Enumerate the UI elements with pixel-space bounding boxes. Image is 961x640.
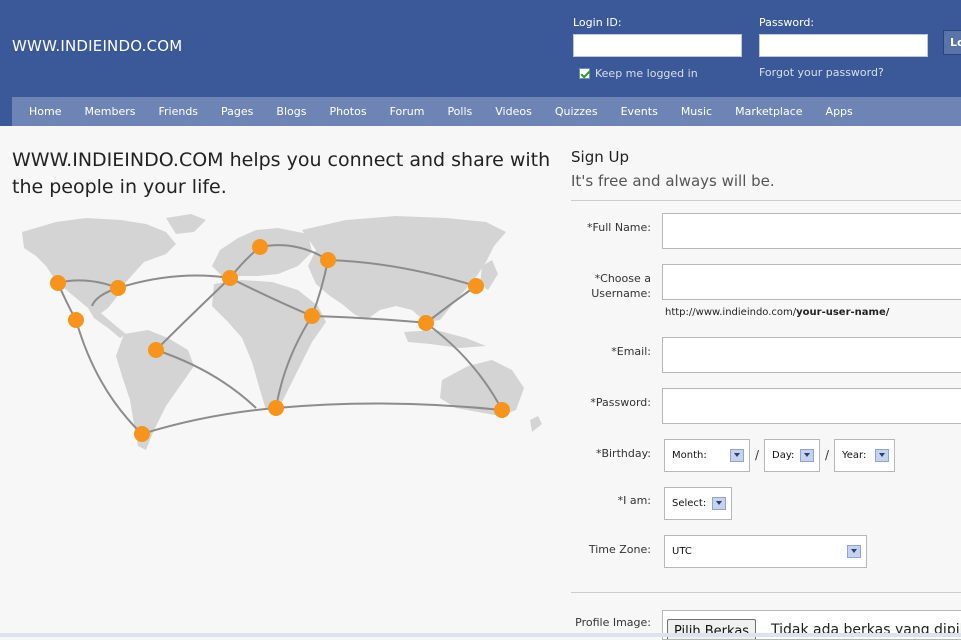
north-america-shape	[22, 218, 176, 314]
marker-dot	[68, 312, 84, 328]
marker-dot	[304, 308, 320, 324]
nav-item-music[interactable]: Music	[668, 105, 722, 118]
birthday-month-value: Month:	[672, 450, 707, 461]
date-separator: /	[825, 448, 830, 462]
route-line	[155, 277, 231, 351]
chevron-down-icon	[712, 497, 726, 510]
login-id-input[interactable]	[573, 34, 742, 57]
birthday-month-select[interactable]: Month:	[664, 439, 750, 472]
greenland-shape	[166, 214, 206, 234]
top-header: WWW.INDIEINDO.COM Login ID: Password: Ke…	[0, 0, 961, 97]
gender-select[interactable]: Select:	[664, 487, 732, 520]
timezone-value: UTC	[672, 546, 692, 557]
main-nav: Home Members Friends Pages Blogs Photos Forum P…	[12, 97, 961, 126]
nav-item-members[interactable]: Members	[71, 105, 145, 118]
profile-image-label: Profile Image:	[575, 616, 651, 629]
url-suffix: your-user-name/	[796, 307, 890, 318]
full-name-input[interactable]	[662, 213, 961, 249]
timezone-label: Time Zone:	[588, 543, 651, 556]
password-input[interactable]	[662, 388, 961, 424]
continents	[22, 214, 542, 450]
gender-value: Select:	[672, 498, 707, 509]
divider	[571, 200, 961, 201]
nav-item-quizzes[interactable]: Quizzes	[542, 105, 608, 118]
forgot-password-link[interactable]: Forgot your password?	[759, 66, 884, 79]
nav-item-videos[interactable]: Videos	[482, 105, 542, 118]
login-password-input[interactable]	[759, 34, 928, 57]
marker-dot	[268, 400, 284, 416]
nav-item-pages[interactable]: Pages	[208, 105, 263, 118]
nav-item-blogs[interactable]: Blogs	[263, 105, 316, 118]
africa-shape	[212, 280, 326, 410]
route-line	[117, 274, 231, 289]
nav-item-photos[interactable]: Photos	[316, 105, 376, 118]
birthday-year-value: Year:	[842, 450, 867, 461]
birthday-day-value: Day:	[772, 450, 795, 461]
central-america-shape	[88, 308, 126, 338]
marker-dot	[148, 342, 164, 358]
world-map	[22, 214, 542, 450]
marker-dot	[134, 426, 150, 442]
iam-label: *I am:	[617, 494, 651, 507]
nav-item-home[interactable]: Home	[16, 105, 71, 118]
marker-dot	[320, 252, 336, 268]
chevron-down-icon	[847, 545, 861, 558]
username-input[interactable]	[662, 264, 961, 300]
timezone-select[interactable]: UTC	[664, 535, 867, 568]
nav-item-events[interactable]: Events	[608, 105, 668, 118]
marker-dot	[418, 315, 434, 331]
password-label: Password:	[759, 16, 815, 29]
date-separator: /	[755, 448, 760, 462]
tagline: WWW.INDIEINDO.COM helps you connect and …	[12, 149, 551, 198]
email-label: *Email:	[611, 345, 651, 358]
url-prefix: http://www.indieindo.com/	[665, 307, 797, 318]
nav-item-friends[interactable]: Friends	[145, 105, 208, 118]
chevron-down-icon	[800, 449, 814, 462]
birthday-year-select[interactable]: Year:	[834, 439, 895, 472]
keep-logged-in-checkbox[interactable]	[579, 68, 590, 79]
divider	[571, 592, 961, 593]
marker-dot	[468, 278, 484, 294]
username-label: *Choose a Username:	[591, 272, 651, 300]
chevron-down-icon	[730, 449, 744, 462]
login-id-label: Login ID:	[573, 16, 622, 29]
nav-left-strip	[0, 97, 12, 126]
signup-subtitle: It's free and always will be.	[571, 172, 775, 190]
marker-dot	[50, 275, 66, 291]
keep-logged-in[interactable]: Keep me logged in	[579, 67, 698, 80]
nav-item-polls[interactable]: Polls	[434, 105, 482, 118]
marker-dot	[252, 239, 268, 255]
nav-item-apps[interactable]: Apps	[813, 105, 863, 118]
login-button[interactable]: Lo	[943, 30, 961, 55]
signup-title: Sign Up	[571, 148, 629, 166]
full-name-label: *Full Name:	[587, 221, 651, 234]
marker-dot	[494, 402, 510, 418]
keep-logged-in-label: Keep me logged in	[595, 67, 698, 80]
birthday-label: *Birthday:	[595, 447, 651, 460]
site-logo[interactable]: WWW.INDIEINDO.COM	[12, 37, 182, 55]
chevron-down-icon	[875, 449, 889, 462]
marker-dot	[222, 270, 238, 286]
username-url-hint: http://www.indieindo.com/your-user-name/	[665, 307, 889, 318]
password-label: *Password:	[590, 396, 651, 409]
nav-item-marketplace[interactable]: Marketplace	[722, 105, 812, 118]
marker-dot	[110, 280, 126, 296]
nav-item-forum[interactable]: Forum	[377, 105, 435, 118]
new-zealand-shape	[530, 416, 542, 432]
bottom-strip	[0, 633, 961, 637]
email-input[interactable]	[662, 337, 961, 373]
birthday-day-select[interactable]: Day:	[764, 439, 820, 472]
